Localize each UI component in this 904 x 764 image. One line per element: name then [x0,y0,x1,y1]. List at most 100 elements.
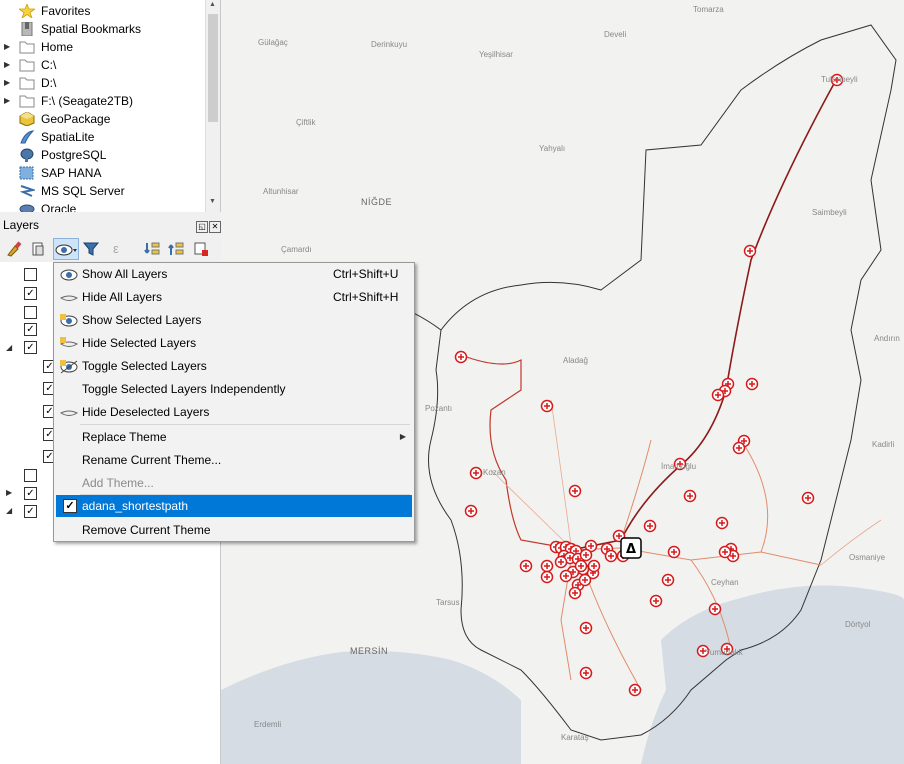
menu-item-remove-theme[interactable]: Remove Current Theme [56,519,412,541]
mssql-icon [19,184,37,198]
oracle-icon [19,202,35,212]
hospital-point-marker [574,559,588,573]
map-label-yahyali: Yahyalı [539,144,566,153]
browser-item-favorites[interactable]: Favorites [0,2,205,20]
hospital-point-marker [519,559,533,573]
svg-text:Δ: Δ [626,542,636,557]
browser-item-d-drive[interactable]: ▶ D:\ [0,74,205,92]
browser-item-geopackage[interactable]: GeoPackage [0,110,205,128]
hospital-point-marker [715,516,729,530]
map-label-yumurtalik: Yumurtalık [705,648,743,657]
browser-item-postgresql[interactable]: PostgreSQL [0,146,205,164]
map-label-kozan: Kozan [483,468,506,477]
menu-item-theme-adana-shortestpath[interactable]: ✓ adana_shortestpath [56,495,412,517]
closed-eye-icon [59,290,79,304]
browser-item-home[interactable]: ▶ Home [0,38,205,56]
expand-arrow-icon[interactable]: ▶ [4,92,12,110]
map-label-saimbeyli: Saimbeyli [812,208,847,217]
layers-toolbar: ε [0,236,222,262]
hospital-point-marker [454,350,468,364]
star-icon [17,2,37,20]
collapse-arrow-icon[interactable]: ◢ [6,506,12,515]
layer-checkbox[interactable]: ✓ [24,323,37,336]
collapse-all-icon[interactable] [166,238,186,260]
filter-legend-icon[interactable] [82,238,102,260]
layer-checkbox[interactable] [24,469,37,482]
map-label-tufanbeyli: Tufanbeyli [821,75,858,84]
browser-item-f-drive[interactable]: ▶ F:\ (Seagate2TB) [0,92,205,110]
closed-eye-icon [59,405,79,419]
layer-checkbox[interactable]: ✓ [24,487,37,500]
filter-expression-icon[interactable]: ε [106,238,126,260]
expand-arrow-icon[interactable]: ▶ [6,488,12,497]
scroll-up-icon[interactable]: ▲ [209,1,216,8]
menu-item-show-all-layers[interactable]: Show All Layers Ctrl+Shift+U [56,263,412,285]
browser-panel: Favorites Spatial Bookmarks ▶ Home ▶ C:\… [0,0,221,212]
closed-eye-icon [59,336,79,350]
hospital-point-marker [667,545,681,559]
menu-item-hide-selected-layers[interactable]: Hide Selected Layers [56,332,412,354]
layer-checkbox[interactable]: ✓ [24,287,37,300]
hospital-point-marker [708,602,722,616]
map-label-pozanti: Pozantı [425,404,453,413]
add-group-icon[interactable] [28,238,48,260]
browser-item-c-drive[interactable]: ▶ C:\ [0,56,205,74]
hospital-point-marker [578,573,592,587]
map-label-yesilhisar: Yeşilhisar [479,50,513,59]
expand-arrow-icon[interactable]: ▶ [4,56,12,74]
folder-icon [19,94,35,108]
browser-scrollbar[interactable]: ▲ ▼ [205,0,220,212]
menu-item-add-theme: Add Theme... [82,476,154,490]
map-label-tarsus: Tarsus [436,598,460,607]
collapse-arrow-icon[interactable]: ◢ [6,343,12,352]
layer-checkbox[interactable]: ✓ [24,341,37,354]
layer-checkbox[interactable] [24,268,37,281]
close-panel-icon[interactable]: ✕ [209,221,221,233]
menu-item-rename-theme[interactable]: Rename Current Theme... [56,449,412,471]
map-label-aladag: Aladağ [563,356,588,365]
hospital-point-marker [469,466,483,480]
menu-item-toggle-independently[interactable]: Toggle Selected Layers Independently [56,378,412,400]
map-label-erdemli: Erdemli [254,720,282,729]
map-label-kadirli: Kadirli [872,440,895,449]
map-label-tomarza: Tomarza [693,5,724,14]
map-label-gulagac: Gülağaç [258,38,288,47]
menu-item-hide-deselected-layers[interactable]: Hide Deselected Layers [56,401,412,423]
manage-map-themes-icon[interactable] [53,238,79,260]
expand-all-icon[interactable] [142,238,162,260]
postgresql-icon [19,148,35,162]
remove-layer-icon[interactable] [191,238,211,260]
browser-item-mssql[interactable]: MS SQL Server [0,182,205,200]
map-label-osmaniye: Osmaniye [849,553,886,562]
menu-item-replace-theme[interactable]: Replace Theme ▶ [56,426,412,448]
menu-item-toggle-selected-layers[interactable]: Toggle Selected Layers [56,355,412,377]
map-label-ciftlik: Çiftlik [296,118,316,127]
hospital-point-marker [554,555,568,569]
hospital-point-marker [801,491,815,505]
expand-arrow-icon[interactable]: ▶ [4,74,12,92]
hospital-point-marker [743,244,757,258]
scrollbar-thumb[interactable] [208,14,218,122]
browser-item-spatialite[interactable]: SpatiaLite [0,128,205,146]
folder-icon [19,58,35,72]
toggle-eye-icon [60,359,78,374]
layer-checkbox[interactable]: ✓ [24,505,37,518]
hospital-point-marker [661,573,675,587]
menu-item-show-selected-layers[interactable]: Show Selected Layers [56,309,412,331]
hospital-point-marker [732,441,746,455]
layer-checkbox[interactable] [24,306,37,319]
hospital-point-marker [711,388,725,402]
bookmark-icon [19,21,35,37]
map-label-andirin: Andırın [874,334,900,343]
browser-item-oracle[interactable]: Oracle [0,200,205,212]
style-manager-icon[interactable] [4,238,24,260]
scroll-down-icon[interactable]: ▼ [209,198,216,205]
float-panel-icon[interactable]: ◱ [196,221,208,233]
browser-item-spatial-bookmarks[interactable]: Spatial Bookmarks [0,20,205,38]
menu-item-hide-all-layers[interactable]: Hide All Layers Ctrl+Shift+H [56,286,412,308]
map-label-altunhisar: Altunhisar [263,187,299,196]
hospital-point-marker [540,399,554,413]
map-label-mersin: MERSİN [350,646,389,656]
expand-arrow-icon[interactable]: ▶ [4,38,12,56]
browser-item-sap-hana[interactable]: SAP HANA [0,164,205,182]
